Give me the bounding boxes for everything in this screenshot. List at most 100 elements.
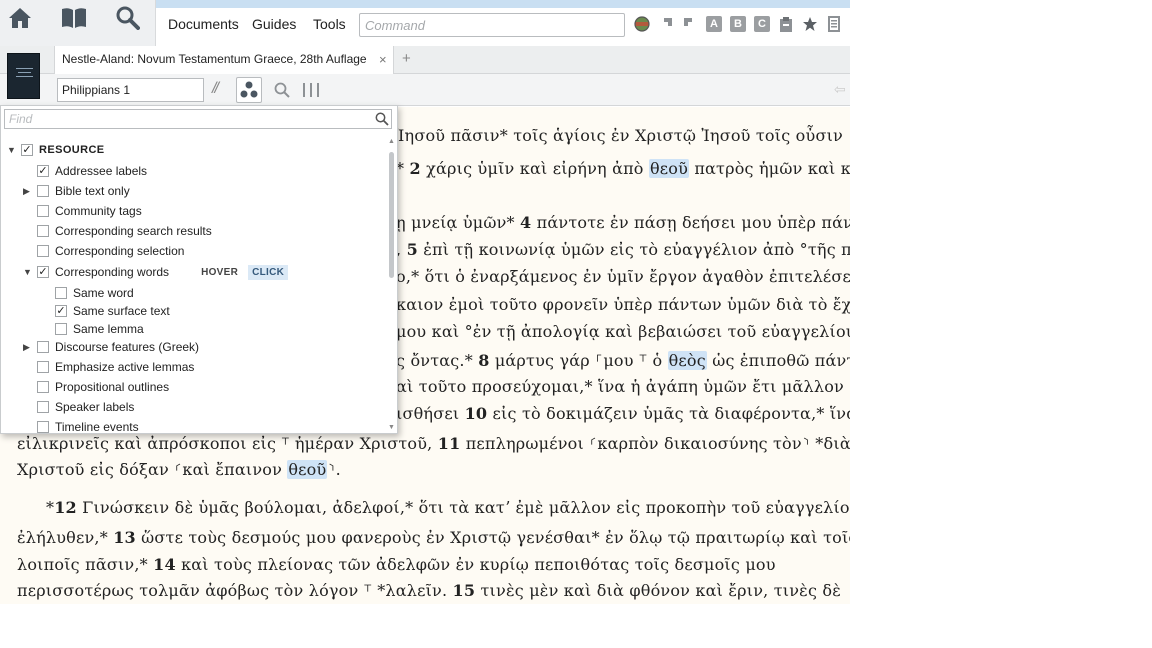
book-cover-thumbnail[interactable]	[7, 53, 40, 99]
filter-item-bible-text-only[interactable]: ▶ Bible text only	[23, 182, 130, 200]
tab-nestle-aland[interactable]: Nestle-Aland: Novum Testamentum Graece, …	[54, 46, 394, 74]
home-icon[interactable]	[6, 4, 34, 32]
clipboard-icon[interactable]	[778, 16, 794, 32]
visual-filters-button[interactable]	[236, 77, 262, 103]
filter-item-timeline-events[interactable]: Timeline events	[23, 418, 139, 434]
corresponding-words-checkbox[interactable]: ✓	[37, 266, 49, 278]
scroll-up-icon[interactable]: ▲	[388, 138, 395, 145]
text-line: Χριστοῦ εἰς δόξαν ⸂καὶ ἔπαινον θεοῦ⸃.	[17, 460, 341, 479]
menu-guides[interactable]: Guides	[252, 16, 296, 32]
top-navigation: Documents Guides Tools A B C	[0, 0, 850, 46]
panel-menu-icon[interactable]	[826, 16, 842, 32]
propositional-outlines-checkbox[interactable]	[37, 381, 49, 393]
text-line: μου καὶ °ἐν τῇ ἀπολογίᾳ καὶ βεβαιώσει το…	[396, 322, 850, 341]
filter-item-speaker-labels[interactable]: Speaker labels	[23, 398, 134, 416]
discourse-features-greek-checkbox[interactable]	[37, 341, 49, 353]
text-line: * 2 χάρις ὑμῖν καὶ εἰρήνη ἀπὸ θεοῦ πατρὸ…	[396, 159, 850, 178]
click-mode-button[interactable]: CLICK	[248, 264, 289, 280]
timeline-events-checkbox[interactable]	[37, 421, 49, 433]
columns-icon[interactable]	[302, 82, 320, 98]
filter-item-label: Same surface text	[73, 304, 170, 318]
filter-item-emphasize-active-lemmas[interactable]: Emphasize active lemmas	[23, 358, 194, 376]
verse-number: 12	[54, 498, 77, 517]
text-line: αὶ τοῦτο προσεύχομαι,* ἵνα ἡ ἀγάπη ὑμῶν …	[396, 377, 844, 396]
filter-item-same-lemma[interactable]: Same lemma	[55, 320, 144, 338]
menu-documents[interactable]: Documents	[168, 16, 239, 32]
highlighted-word[interactable]: θεὸς	[667, 351, 707, 370]
scrollbar-thumb[interactable]	[389, 152, 394, 278]
filter-item-corresponding-search-results[interactable]: Corresponding search results	[23, 222, 212, 240]
text-line: ισθήσει 10 εἰς τὸ δοκιμάζειν ὑμᾶς τὰ δια…	[396, 404, 850, 423]
hover-mode-button[interactable]: HOVER	[197, 265, 242, 280]
star-icon[interactable]	[802, 16, 818, 32]
expand-triangle-icon[interactable]: ▶	[23, 186, 33, 197]
speaker-labels-checkbox[interactable]	[37, 401, 49, 413]
expand-triangle-icon[interactable]: ▶	[23, 342, 33, 353]
text-line: Ἰησοῦ πᾶσιν* τοῖς ἁγίοις ἐν Χριστῷ Ἰησοῦ…	[396, 126, 843, 145]
bible-text-only-checkbox[interactable]	[37, 185, 49, 197]
text-line: , 5 ἐπὶ τῇ κοινωνίᾳ ὑμῶν εἰς τὸ εὐαγγέλι…	[396, 240, 850, 259]
search-icon[interactable]	[114, 4, 142, 32]
filter-item-label: Propositional outlines	[55, 380, 170, 394]
search-icon[interactable]	[274, 82, 290, 98]
text-line: ς ὄντας.* 8 μάρτυς γάρ ⸀μου ⸆ ὁ θεὸς ὡς …	[396, 351, 850, 370]
filter-item-same-surface-text[interactable]: ✓ Same surface text	[55, 302, 170, 320]
home-icon-bar	[0, 0, 156, 46]
parallel-resources-icon[interactable]: //	[212, 80, 219, 98]
corresponding-search-results-checkbox[interactable]	[37, 225, 49, 237]
filter-item-addressee-labels[interactable]: ✓ Addressee labels	[23, 162, 147, 180]
library-icon[interactable]	[60, 4, 88, 32]
highlighted-word[interactable]: θεοῦ	[287, 460, 328, 479]
layout-b-button[interactable]: B	[730, 16, 746, 32]
same-surface-text-checkbox[interactable]: ✓	[55, 305, 67, 317]
search-icon[interactable]	[375, 112, 389, 126]
layout-c-button[interactable]: C	[754, 16, 770, 32]
globe-icon[interactable]	[634, 16, 650, 32]
filter-item-corresponding-selection[interactable]: Corresponding selection	[23, 242, 184, 260]
corresponding-selection-checkbox[interactable]	[37, 245, 49, 257]
filter-root-resource[interactable]: ▼ ✓ RESOURCE	[7, 141, 105, 159]
collapse-triangle-icon[interactable]: ▼	[23, 267, 33, 277]
filter-item-propositional-outlines[interactable]: Propositional outlines	[23, 378, 169, 396]
text-line: περισσοτέρως τολμᾶν ἀφόβως τὸν λόγον ⸆ *…	[17, 581, 842, 600]
collapse-triangle-icon[interactable]: ▼	[7, 145, 17, 155]
verse-number: 5	[406, 240, 418, 259]
filter-item-label: Bible text only	[55, 184, 130, 198]
filter-item-label: Speaker labels	[55, 400, 135, 414]
filter-item-label: Corresponding search results	[55, 224, 212, 238]
forward-arrow-icon[interactable]	[658, 16, 674, 32]
reference-bar: // ⇦	[0, 74, 850, 106]
back-arrow-icon[interactable]	[682, 16, 698, 32]
close-icon[interactable]: ×	[379, 52, 387, 67]
filter-item-discourse-features-greek[interactable]: ▶ Discourse features (Greek)	[23, 338, 199, 356]
filter-item-label: Timeline events	[55, 420, 139, 434]
layout-a-button[interactable]: A	[706, 16, 722, 32]
highlighted-word[interactable]: θεοῦ	[648, 159, 690, 178]
same-lemma-checkbox[interactable]	[55, 323, 67, 335]
addressee-labels-checkbox[interactable]: ✓	[37, 165, 49, 177]
find-input[interactable]	[4, 109, 392, 129]
filter-item-same-word[interactable]: Same word	[55, 284, 134, 302]
add-tab-icon[interactable]: +	[402, 50, 411, 67]
community-tags-checkbox[interactable]	[37, 205, 49, 217]
verse-number: 4	[520, 213, 532, 232]
scroll-down-icon[interactable]: ▼	[388, 424, 395, 431]
filter-item-label: Addressee labels	[55, 164, 148, 178]
command-input[interactable]	[359, 13, 625, 37]
title-strip	[156, 0, 850, 8]
text-line: καιον ἐμοὶ τοῦτο φρονεῖν ὑπὲρ πάντων ὑμῶ…	[396, 295, 850, 314]
same-word-checkbox[interactable]	[55, 287, 67, 299]
menu-tools[interactable]: Tools	[313, 16, 346, 32]
scrollbar[interactable]: ▲ ▼	[387, 136, 397, 433]
reference-input[interactable]	[57, 78, 204, 102]
filter-item-community-tags[interactable]: Community tags	[23, 202, 142, 220]
filter-item-corresponding-words[interactable]: ▼ ✓ Corresponding words HOVER CLICK	[23, 263, 289, 281]
text-line: εἰλικρινεῖς καὶ ἀπρόσκοποι εἰς ⸆ ἡμέραν …	[17, 434, 850, 453]
resource-checkbox[interactable]: ✓	[21, 144, 33, 156]
filter-list: ▼ ✓ RESOURCE ✓ Addressee labels ▶ Bible tex…	[1, 136, 387, 434]
back-history-icon[interactable]: ⇦	[834, 81, 846, 98]
emphasize-active-lemmas-checkbox[interactable]	[37, 361, 49, 373]
filter-item-label: Corresponding selection	[55, 244, 185, 258]
tab-bar: Nestle-Aland: Novum Testamentum Graece, …	[0, 46, 850, 74]
text-line: *12 Γινώσκειν δὲ ὑμᾶς βούλομαι, ἀδελφοί,…	[46, 498, 850, 517]
